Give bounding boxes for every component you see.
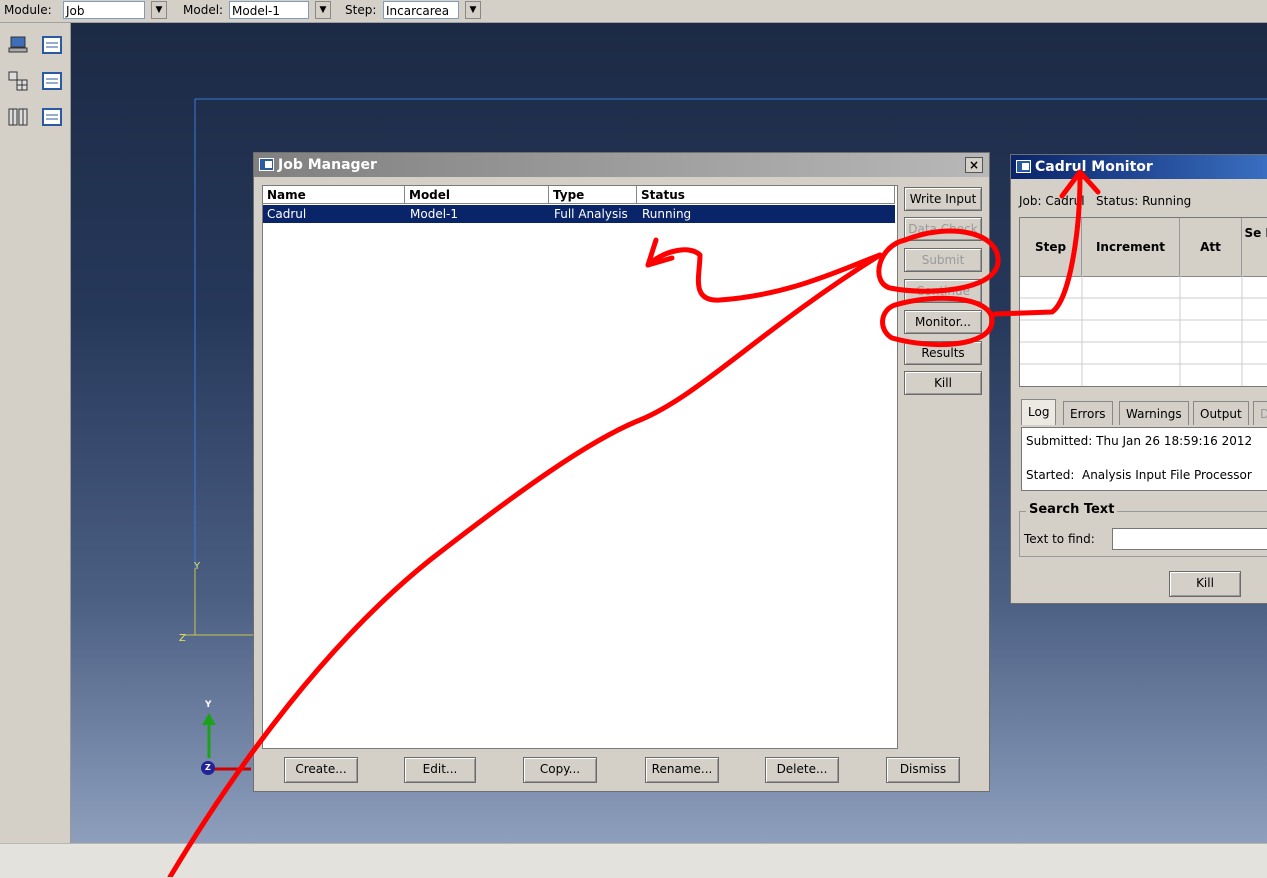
coexecution-manager-tool[interactable] — [42, 107, 62, 127]
coexecution-icon — [8, 108, 28, 126]
log-panel[interactable]: Submitted: Thu Jan 26 18:59:16 2012 Star… — [1021, 427, 1267, 491]
create-button[interactable]: Create... — [284, 757, 358, 783]
step-dropdown-button[interactable]: ▼ — [465, 1, 481, 19]
module-select[interactable]: Job — [63, 1, 145, 19]
monitor-button[interactable]: Monitor... — [904, 310, 982, 334]
tab-output[interactable]: Output — [1193, 401, 1249, 425]
adaptivity-manager-tool[interactable] — [42, 71, 62, 91]
monitor-grid-lines — [1020, 276, 1267, 386]
monitor-grid: Step Increment Att Se Di — [1019, 217, 1267, 387]
column-header-status[interactable]: Status — [637, 186, 895, 204]
coexecution-create-tool[interactable] — [8, 107, 28, 127]
copy-button[interactable]: Copy... — [523, 757, 597, 783]
model-label: Model: — [183, 3, 224, 17]
edit-button[interactable]: Edit... — [404, 757, 476, 783]
monitor-titlebar[interactable]: Cadrul Monitor — [1011, 155, 1267, 179]
monitor-title: Cadrul Monitor — [1035, 159, 1153, 175]
job-monitor-dialog: Cadrul Monitor Job: Cadrul Status: Runni… — [1010, 154, 1267, 604]
column-header-type[interactable]: Type — [549, 186, 637, 204]
job-status-line: Job: Cadrul Status: Running — [1019, 194, 1192, 208]
monitor-kill-button[interactable]: Kill — [1169, 571, 1241, 597]
table-row[interactable]: Cadrul Model-1 Full Analysis Running — [263, 205, 895, 223]
mesh-icon — [8, 71, 28, 91]
adaptivity-create-tool[interactable] — [8, 71, 28, 91]
submit-button[interactable]: Submit — [904, 248, 982, 272]
job-create-tool[interactable] — [8, 35, 28, 55]
dismiss-button[interactable]: Dismiss — [886, 757, 960, 783]
chevron-down-icon: ▼ — [319, 5, 327, 15]
model-dropdown-button[interactable]: ▼ — [315, 1, 331, 19]
triad-z-label: Z — [205, 763, 211, 772]
job-table: Name Model Type Status Cadrul Model-1 Fu… — [262, 185, 898, 749]
step-select[interactable]: Incarcarea — [383, 1, 459, 19]
job-status-cell: Running — [642, 207, 692, 221]
job-model-cell: Model-1 — [410, 207, 458, 221]
manager-icon — [42, 36, 62, 54]
triad-y-label: Y — [205, 700, 212, 710]
column-header-att[interactable]: Att — [1180, 218, 1242, 276]
tab-data-file[interactable]: D — [1253, 401, 1267, 425]
column-header-model[interactable]: Model — [405, 186, 549, 204]
toolbox — [0, 23, 71, 843]
tab-warnings[interactable]: Warnings — [1119, 401, 1189, 425]
search-text-title: Search Text — [1026, 502, 1118, 517]
log-line: Submitted: Thu Jan 26 18:59:16 2012 — [1026, 434, 1253, 448]
search-text-group: Search Text Text to find: — [1019, 502, 1267, 557]
write-input-button[interactable]: Write Input — [904, 187, 982, 211]
column-header-name[interactable]: Name — [263, 186, 405, 204]
column-header-step[interactable]: Step — [1020, 218, 1082, 276]
tab-errors[interactable]: Errors — [1063, 401, 1113, 425]
log-line: Started: Analysis Input File Processor — [1026, 468, 1252, 482]
rename-button[interactable]: Rename... — [645, 757, 719, 783]
csys-y-label: Y — [194, 561, 201, 572]
close-button[interactable]: × — [965, 157, 983, 173]
column-header-severe-discontinuity[interactable]: Se Di — [1242, 226, 1267, 266]
module-dropdown-button[interactable]: ▼ — [151, 1, 167, 19]
results-button[interactable]: Results — [904, 341, 982, 365]
search-input[interactable] — [1112, 528, 1267, 550]
prompt-area — [0, 843, 1267, 878]
module-label: Module: — [4, 3, 52, 17]
tab-log[interactable]: Log — [1021, 399, 1057, 425]
chevron-down-icon: ▼ — [155, 5, 163, 15]
context-toolbar: Module: Job ▼ Model: Model-1 ▼ Step: Inc… — [0, 0, 1267, 23]
find-label: Text to find: — [1024, 532, 1095, 546]
window-icon — [259, 158, 274, 171]
window-icon — [1016, 160, 1031, 173]
data-check-button[interactable]: Data Check — [904, 217, 982, 241]
chevron-down-icon: ▼ — [469, 5, 477, 15]
job-manager-tool[interactable] — [42, 35, 62, 55]
job-manager-dialog: Job Manager × Name Model Type Status Cad… — [253, 152, 990, 792]
model-select[interactable]: Model-1 — [229, 1, 309, 19]
kill-button[interactable]: Kill — [904, 371, 982, 395]
delete-button[interactable]: Delete... — [765, 757, 839, 783]
column-header-increment[interactable]: Increment — [1082, 218, 1180, 276]
job-name-cell: Cadrul — [267, 207, 307, 221]
job-manager-titlebar[interactable]: Job Manager × — [254, 153, 989, 177]
manager-icon — [42, 108, 62, 126]
job-manager-title: Job Manager — [278, 157, 377, 173]
manager-icon — [42, 72, 62, 90]
continue-button[interactable]: Continue — [904, 279, 982, 303]
job-type-cell: Full Analysis — [554, 207, 628, 221]
step-label: Step: — [345, 3, 377, 17]
csys-z-label: Z — [179, 633, 186, 644]
computer-icon — [8, 36, 28, 53]
